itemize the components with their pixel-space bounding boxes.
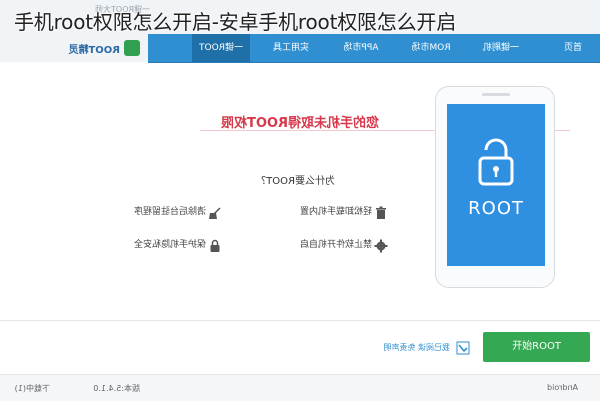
- agreement-text[interactable]: 我已阅读 免责声明: [383, 342, 450, 353]
- app-window: 一键ROOT大师 ROOT精灵 首页 一键刷机 ROM市场 APP市场 实用工具…: [0, 0, 600, 401]
- feature-uninstall: 轻松卸载手机内置: [299, 207, 372, 217]
- agreement-checkbox[interactable]: [456, 340, 470, 355]
- brand-area: ROOT精灵: [0, 34, 148, 62]
- unlock-icon: [476, 138, 516, 192]
- status-version: 版本:5.4.1.0: [93, 384, 140, 393]
- trash-icon: [374, 205, 388, 219]
- feature-disable-autostart: 禁止软件开机自启: [299, 240, 372, 250]
- brand-text: ROOT精灵: [68, 45, 120, 56]
- nav-tools[interactable]: 实用工具: [262, 34, 320, 62]
- main-nav: 首页 一键刷机 ROM市场 APP市场 实用工具 一键ROOT: [148, 34, 600, 63]
- gear-icon: [374, 238, 388, 253]
- phone-root-text: ROOT: [468, 198, 524, 219]
- start-root-button[interactable]: 开始ROOT: [483, 332, 590, 362]
- nav-flash[interactable]: 一键刷机: [472, 34, 530, 62]
- status-bar: Android 版本:5.4.1.0 下载中(1): [0, 374, 600, 401]
- nav-one-key-root[interactable]: 一键ROOT: [192, 34, 250, 62]
- lock-icon: [208, 238, 222, 252]
- phone-speaker: [482, 93, 510, 96]
- nav-rom-market[interactable]: ROM市场: [402, 34, 460, 62]
- status-downloads[interactable]: 下载中(1): [15, 383, 50, 394]
- feature-privacy: 保护手机隐私安全: [133, 240, 206, 250]
- app-logo-icon: [124, 40, 140, 56]
- nav-app-market[interactable]: APP市场: [332, 34, 390, 62]
- feature-clean-background: 清除后台驻留程序: [133, 207, 206, 217]
- root-warning: 您的手机未取得ROOT权限: [221, 116, 379, 131]
- status-android: Android: [547, 383, 578, 392]
- bottom-divider: [0, 320, 600, 321]
- start-root-label: 开始ROOT: [512, 341, 561, 352]
- nav-home[interactable]: 首页: [546, 34, 600, 62]
- why-root-heading: 为什么要ROOT？: [256, 176, 335, 187]
- overlay-title: 手机root权限怎么开启-安卓手机root权限怎么开启: [14, 10, 457, 34]
- broom-icon: [208, 205, 222, 219]
- phone-root-label: ROOT: [464, 198, 528, 219]
